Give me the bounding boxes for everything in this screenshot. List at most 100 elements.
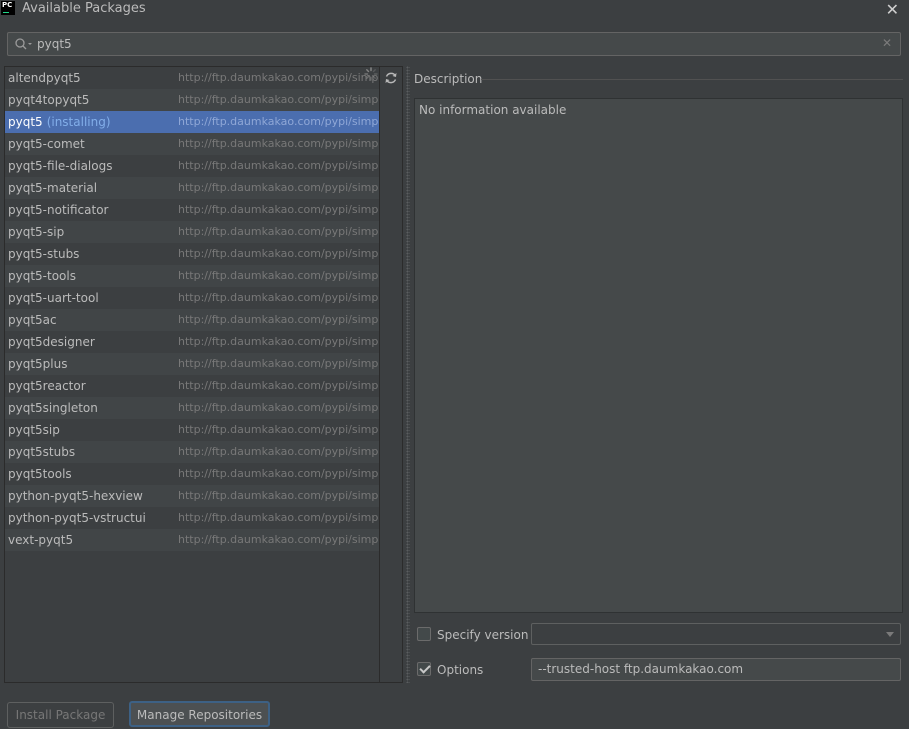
package-row[interactable]: pyqt5-stubs http://ftp.daumkakao.com/pypi… (5, 243, 379, 265)
package-row[interactable]: pyqt5ac http://ftp.daumkakao.com/pypi/sim… (5, 309, 379, 331)
package-repository: http://ftp.daumkakao.com/pypi/simple/ (178, 137, 378, 150)
description-text: No information available (419, 103, 567, 117)
package-name: pyqt5plus (8, 353, 67, 375)
package-name-text: pyqt5sip (8, 423, 60, 437)
package-name: pyqt5sip (8, 419, 60, 441)
title-bar: PC Available Packages ✕ (0, 0, 909, 22)
package-repository: http://ftp.daumkakao.com/pypi/simple/ (178, 489, 378, 502)
package-name-text: vext-pyqt5 (8, 533, 74, 547)
package-row[interactable]: pyqt5-comet http://ftp.daumkakao.com/pypi… (5, 133, 379, 155)
specify-version-checkbox[interactable] (417, 627, 431, 641)
package-name-text: pyqt4topyqt5 (8, 93, 90, 107)
list-toolbar (364, 66, 403, 683)
package-row[interactable]: pyqt5singleton http://ftp.daumkakao.com/p… (5, 397, 379, 419)
package-name: pyqt5-sip (8, 221, 64, 243)
package-repository: http://ftp.daumkakao.com/pypi/simple/ (178, 379, 378, 392)
package-repository: http://ftp.daumkakao.com/pypi/simple/ (178, 71, 378, 84)
package-row[interactable]: pyqt5-uart-tool http://ftp.daumkakao.com/… (5, 287, 379, 309)
package-name: altendpyqt5 (8, 67, 81, 89)
package-row[interactable]: pyqt5-material http://ftp.daumkakao.com/p… (5, 177, 379, 199)
chevron-down-icon (886, 632, 894, 637)
package-row[interactable]: pyqt5-tools http://ftp.daumkakao.com/pypi… (5, 265, 379, 287)
package-name: pyqt5reactor (8, 375, 86, 397)
package-name: pyqt5-tools (8, 265, 76, 287)
package-row[interactable]: pyqt5plus http://ftp.daumkakao.com/pypi/s… (5, 353, 379, 375)
options-label: Options (437, 663, 484, 677)
panel-splitter[interactable] (404, 66, 412, 683)
options-checkbox[interactable] (417, 662, 431, 676)
package-name-text: pyqt5-material (8, 181, 98, 195)
package-row[interactable]: pyqt5designer http://ftp.daumkakao.com/py… (5, 331, 379, 353)
package-name: pyqt5singleton (8, 397, 98, 419)
install-package-button[interactable]: Install Package (7, 702, 114, 728)
package-name-text: python-pyqt5-hexview (8, 489, 143, 503)
package-row[interactable]: pyqt5stubs http://ftp.daumkakao.com/pypi/… (5, 441, 379, 463)
package-repository: http://ftp.daumkakao.com/pypi/simple/ (178, 467, 378, 480)
package-repository: http://ftp.daumkakao.com/pypi/simple/ (178, 93, 378, 106)
options-value: --trusted-host ftp.daumkakao.com (538, 662, 744, 676)
package-list[interactable]: altendpyqt5 http://ftp.daumkakao.com/pypi… (4, 66, 379, 683)
package-repository: http://ftp.daumkakao.com/pypi/simple/ (178, 115, 378, 128)
package-repository: http://ftp.daumkakao.com/pypi/simple/ (178, 511, 378, 524)
package-row[interactable]: pyqt5tools http://ftp.daumkakao.com/pypi/… (5, 463, 379, 485)
description-panel: No information available (414, 98, 903, 613)
package-name: vext-pyqt5 (8, 529, 73, 551)
package-name: pyqt5ac (8, 309, 57, 331)
package-name-text: pyqt5ac (8, 313, 57, 327)
options-input[interactable]: --trusted-host ftp.daumkakao.com (531, 658, 901, 681)
package-row[interactable]: pyqt5sip http://ftp.daumkakao.com/pypi/si… (5, 419, 379, 441)
search-field[interactable]: pyqt5 ✕ (7, 32, 901, 56)
package-name: python-pyqt5-vstructui (8, 507, 146, 529)
package-repository: http://ftp.daumkakao.com/pypi/simple/ (178, 533, 378, 546)
manage-repositories-button[interactable]: Manage Repositories (129, 701, 270, 727)
package-repository: http://ftp.daumkakao.com/pypi/simple/ (178, 357, 378, 370)
package-row[interactable]: pyqt5reactor http://ftp.daumkakao.com/pyp… (5, 375, 379, 397)
package-name: python-pyqt5-hexview (8, 485, 143, 507)
package-repository: http://ftp.daumkakao.com/pypi/simple/ (178, 247, 378, 260)
package-name: pyqt5-uart-tool (8, 287, 99, 309)
package-repository: http://ftp.daumkakao.com/pypi/simple/ (178, 159, 378, 172)
package-name-text: pyqt5-notificator (8, 203, 109, 217)
loading-spinner-icon (364, 67, 378, 81)
package-name: pyqt5-material (8, 177, 97, 199)
package-name-text: pyqt5reactor (8, 379, 86, 393)
package-name: pyqt5-notificator (8, 199, 108, 221)
package-name: pyqt5tools (8, 463, 72, 485)
version-select[interactable] (531, 623, 901, 645)
package-name: pyqt4topyqt5 (8, 89, 89, 111)
package-name-text: pyqt5-sip (8, 225, 65, 239)
package-row[interactable]: vext-pyqt5 http://ftp.daumkakao.com/pypi/… (5, 529, 379, 551)
package-name: pyqt5-file-dialogs (8, 155, 112, 177)
pycharm-logo-icon: PC (1, 1, 15, 15)
package-name-text: pyqt5designer (8, 335, 95, 349)
package-name: pyqt5-stubs (8, 243, 79, 265)
package-name-text: pyqt5stubs (8, 445, 76, 459)
package-row[interactable]: python-pyqt5-hexview http://ftp.daumkakao… (5, 485, 379, 507)
close-icon[interactable]: ✕ (886, 0, 899, 19)
package-name-text: altendpyqt5 (8, 71, 81, 85)
specify-version-label: Specify version (437, 628, 529, 642)
package-name-text: pyqt5-tools (8, 269, 76, 283)
package-row[interactable]: pyqt5-file-dialogs http://ftp.daumkakao.c… (5, 155, 379, 177)
package-name-text: pyqt5 (8, 115, 43, 129)
package-name: pyqt5designer (8, 331, 95, 353)
package-row[interactable]: python-pyqt5-vstructui http://ftp.daumkak… (5, 507, 379, 529)
search-input[interactable]: pyqt5 (37, 37, 72, 51)
package-name: pyqt5stubs (8, 441, 75, 463)
package-repository: http://ftp.daumkakao.com/pypi/simple/ (178, 203, 378, 216)
package-repository: http://ftp.daumkakao.com/pypi/simple/ (178, 313, 378, 326)
package-name-text: pyqt5-uart-tool (8, 291, 99, 305)
package-name-text: python-pyqt5-vstructui (8, 511, 146, 525)
package-row[interactable]: pyqt5-sip http://ftp.daumkakao.com/pypi/s… (5, 221, 379, 243)
window-title: Available Packages (22, 1, 146, 16)
package-row[interactable]: altendpyqt5 http://ftp.daumkakao.com/pypi… (5, 67, 379, 89)
package-row[interactable]: pyqt5 (installing) http://ftp.daumkakao.co… (5, 111, 379, 133)
package-row[interactable]: pyqt5-notificator http://ftp.daumkakao.co… (5, 199, 379, 221)
refresh-icon[interactable] (384, 71, 398, 85)
package-row[interactable]: pyqt4topyqt5 http://ftp.daumkakao.com/pyp… (5, 89, 379, 111)
package-name-text: pyqt5singleton (8, 401, 98, 415)
package-repository: http://ftp.daumkakao.com/pypi/simple/ (178, 401, 378, 414)
package-repository: http://ftp.daumkakao.com/pypi/simple/ (178, 445, 378, 458)
clear-icon[interactable]: ✕ (882, 36, 892, 50)
package-repository: http://ftp.daumkakao.com/pypi/simple/ (178, 291, 378, 304)
